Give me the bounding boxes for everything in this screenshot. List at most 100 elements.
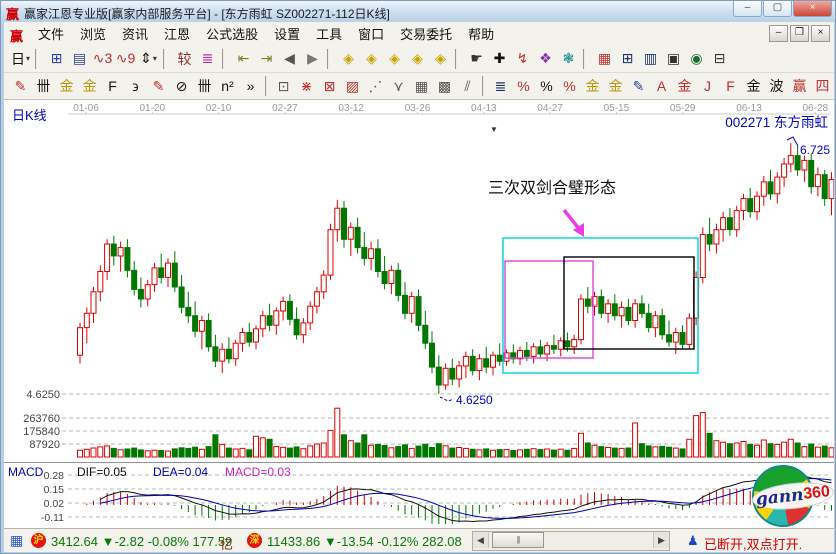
connection-status[interactable]: 已断开,双点打开. xyxy=(704,534,802,553)
wave-3-icon[interactable]: ∿3 xyxy=(91,48,114,70)
shenzhen-index-text: 11433.86 ▼-13.54 -0.12% 282.08 xyxy=(267,534,462,549)
menu-item-0[interactable]: 文件 xyxy=(30,24,72,43)
volume-profile-icon[interactable]: ≣ xyxy=(196,48,219,70)
spiral-icon[interactable]: ϶ xyxy=(124,75,147,97)
ruler-grid-icon[interactable]: 卌 xyxy=(32,75,55,97)
mdi-close-button[interactable]: × xyxy=(811,25,830,42)
matrix-2-icon[interactable]: ▩ xyxy=(433,75,456,97)
gann-diamond-3-icon[interactable]: ◈ xyxy=(383,48,406,70)
pattern-annotation: 三次双剑合璧形态 xyxy=(488,178,616,197)
fan-lines-icon[interactable]: ⋇ xyxy=(295,75,318,97)
close-button[interactable]: × xyxy=(793,1,832,17)
gold-2-angle-icon[interactable]: 金 xyxy=(742,75,765,97)
compare-icon[interactable]: 较 xyxy=(173,48,196,70)
grid-2-icon[interactable]: 卌 xyxy=(193,75,216,97)
v-lines-icon[interactable]: ⋎ xyxy=(387,75,410,97)
info-board-icon[interactable]: ▤ xyxy=(68,48,91,70)
kline-chart[interactable]: 01-0601-2002-1002-2703-1203-2604-1304-27… xyxy=(4,100,834,462)
pen-grid-icon[interactable]: ✎ xyxy=(147,75,170,97)
candle-type-icon[interactable]: ⇕▾ xyxy=(137,48,160,70)
maximize-button[interactable]: ▢ xyxy=(763,1,792,17)
gann360-text-360: 360 xyxy=(802,483,830,504)
win-angle-icon[interactable]: 赢 xyxy=(788,75,811,97)
notepad-icon[interactable]: ▥ xyxy=(639,48,662,70)
window-controls: – ▢ × xyxy=(732,1,832,17)
toolbar-separator xyxy=(222,49,229,69)
grid-box-icon[interactable]: ▨ xyxy=(341,75,364,97)
market-window-icon[interactable]: ⊞ xyxy=(45,48,68,70)
print-icon[interactable]: ⊟ xyxy=(708,48,731,70)
menu-item-4[interactable]: 公式选股 xyxy=(198,24,266,43)
toolbar-separator xyxy=(35,49,42,69)
app-logo-icon: 赢 xyxy=(6,4,19,23)
scroll-left-arrow[interactable]: ◀ xyxy=(473,532,489,548)
wave-9-icon[interactable]: ∿9 xyxy=(114,48,137,70)
gold-ratio-2-icon[interactable]: 金 xyxy=(78,75,101,97)
time-cycle-icon[interactable]: ⊘ xyxy=(170,75,193,97)
gold-ratio-icon[interactable]: 金 xyxy=(55,75,78,97)
menu-item-2[interactable]: 资讯 xyxy=(114,24,156,43)
n-squared-icon[interactable]: n² xyxy=(216,75,239,97)
mdi-minimize-button[interactable]: – xyxy=(769,25,788,42)
angle-lines-icon[interactable]: ⋰ xyxy=(364,75,387,97)
wave-a-icon[interactable]: A xyxy=(650,75,673,97)
menu-item-9[interactable]: 帮助 xyxy=(460,24,502,43)
j-angle-icon[interactable]: J xyxy=(696,75,719,97)
scroll-right-arrow[interactable]: ▶ xyxy=(653,532,669,548)
menu-item-7[interactable]: 窗口 xyxy=(350,24,392,43)
more-tools-icon[interactable]: » xyxy=(239,75,262,97)
save-icon[interactable]: ▣ xyxy=(662,48,685,70)
toolbar-main: 日▾⊞▤∿3∿9⇕▾较≣⇤⇥◀▶◈◈◈◈◈☛✚↯❖❃▦⊞▥▣◉⊟ xyxy=(4,45,834,73)
menu-item-6[interactable]: 工具 xyxy=(308,24,350,43)
scroll-thumb[interactable]: ||| xyxy=(492,532,544,548)
calendar-icon[interactable]: ▦ xyxy=(593,48,616,70)
menu-item-1[interactable]: 浏览 xyxy=(72,24,114,43)
gann-diamond-2-icon[interactable]: ◈ xyxy=(360,48,383,70)
wave-angle-icon[interactable]: 波 xyxy=(765,75,788,97)
f-angle-icon[interactable]: F xyxy=(719,75,742,97)
price-axis-label: 4.6250 xyxy=(26,389,60,401)
menu-bar: 赢 文件浏览资讯江恩公式选股设置工具窗口交易委托帮助 –❐× xyxy=(4,22,834,46)
horizontal-scrollbar[interactable]: ◀ ||| ▶ xyxy=(472,531,670,551)
cycle-tool-icon[interactable]: ❃ xyxy=(557,48,580,70)
high-price-label: 6.725 xyxy=(800,143,830,157)
percent-icon[interactable]: % xyxy=(535,75,558,97)
mdi-restore-button[interactable]: ❐ xyxy=(790,25,809,42)
web-icon[interactable]: ◉ xyxy=(685,48,708,70)
gann-tool-icon[interactable]: ❖ xyxy=(534,48,557,70)
crosshair-tool-icon[interactable]: ✚ xyxy=(488,48,511,70)
percent-strike-icon[interactable]: % xyxy=(512,75,535,97)
kline-period-icon[interactable]: 日▾ xyxy=(9,48,32,70)
draw-pen-icon[interactable]: ✎ xyxy=(9,75,32,97)
status-bar: ▦ 沪 3412.64 ▼-2.82 -0.08% 177.59 亿 深 114… xyxy=(4,528,834,552)
macd-chart[interactable]: 0.280.150.02-0.11MACDDIF=0.05DEA=0.04MAC… xyxy=(4,463,834,528)
first-bar-icon[interactable]: ⇤ xyxy=(232,48,255,70)
percent-lines-icon[interactable]: % xyxy=(558,75,581,97)
menu-item-3[interactable]: 江恩 xyxy=(156,24,198,43)
gann-diamond-4-icon[interactable]: ◈ xyxy=(406,48,429,70)
matrix-icon[interactable]: ▦ xyxy=(410,75,433,97)
calculator-icon[interactable]: ⊞ xyxy=(616,48,639,70)
hand-tool-icon[interactable]: ☛ xyxy=(465,48,488,70)
box-tool-icon[interactable]: ⊡ xyxy=(272,75,295,97)
prev-bar-icon[interactable]: ◀ xyxy=(278,48,301,70)
gold-lines-icon[interactable]: 金 xyxy=(604,75,627,97)
menu-item-5[interactable]: 设置 xyxy=(266,24,308,43)
menu-item-8[interactable]: 交易委托 xyxy=(392,24,460,43)
gann-diamond-5-icon[interactable]: ◈ xyxy=(429,48,452,70)
fan-box-icon[interactable]: ⊠ xyxy=(318,75,341,97)
gold-angle-icon[interactable]: 金 xyxy=(673,75,696,97)
fibonacci-icon[interactable]: F xyxy=(101,75,124,97)
indicator-icon[interactable]: ≣ xyxy=(489,75,512,97)
parallel-icon[interactable]: ⫽ xyxy=(456,75,479,97)
minimize-button[interactable]: – xyxy=(733,1,762,17)
gann-diamond-1-icon[interactable]: ◈ xyxy=(337,48,360,70)
next-bar-icon[interactable]: ▶ xyxy=(301,48,324,70)
market-table-icon[interactable]: ▦ xyxy=(10,533,23,547)
candle-pen-icon[interactable]: ✎ xyxy=(627,75,650,97)
four-angle-icon[interactable]: 四 xyxy=(811,75,834,97)
last-bar-icon[interactable]: ⇥ xyxy=(255,48,278,70)
gold-circle-icon[interactable]: 金 xyxy=(581,75,604,97)
macd-panel: 0.280.150.02-0.11MACDDIF=0.05DEA=0.04MAC… xyxy=(4,462,834,528)
trendline-tool-icon[interactable]: ↯ xyxy=(511,48,534,70)
